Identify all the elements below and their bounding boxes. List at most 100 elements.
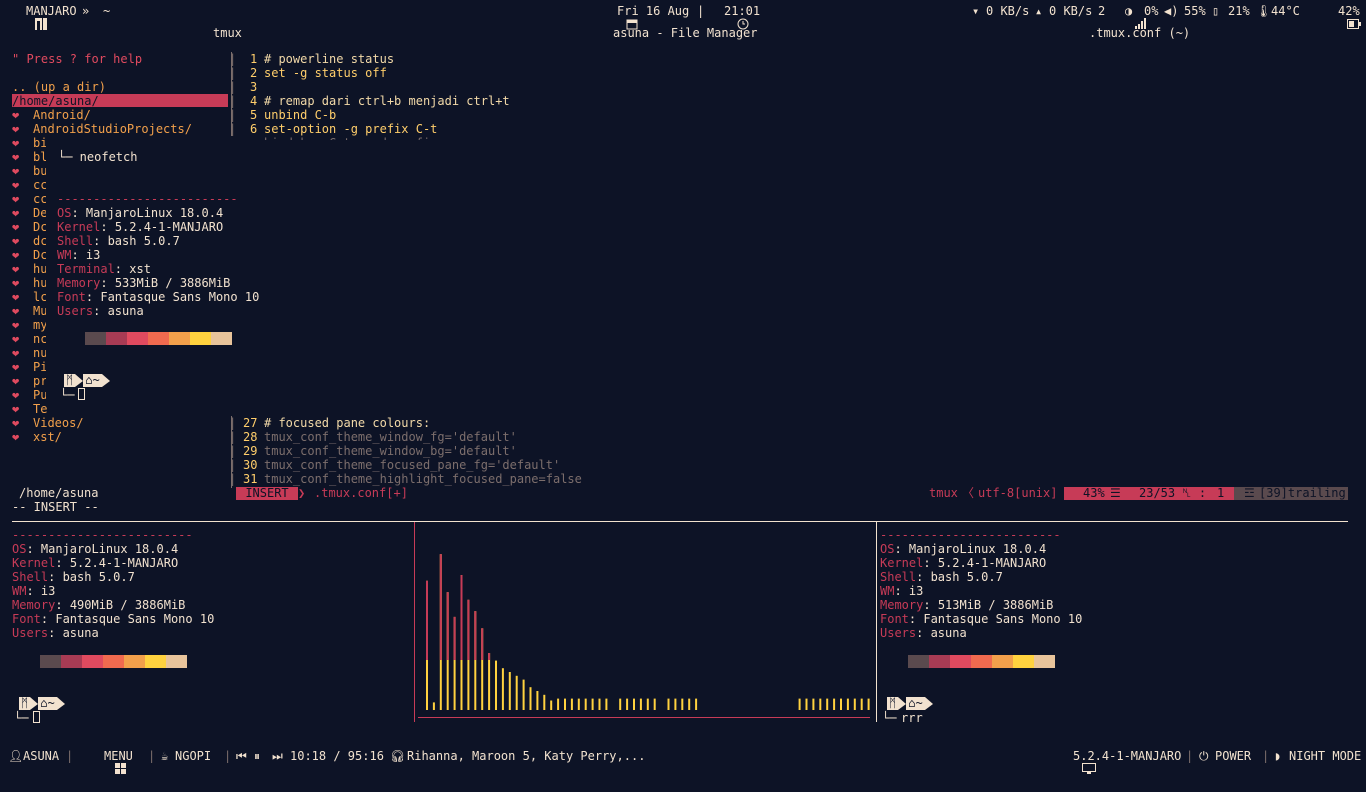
file-entry[interactable]: xst/ (33, 430, 62, 444)
code-line[interactable]: # remap dari ctrl+b menjadi ctrl+t (264, 94, 510, 108)
window-title-tmux-conf[interactable]: .tmux.conf (~) (1089, 26, 1190, 40)
visualizer-bar-peak (488, 653, 491, 660)
palette-swatch (145, 655, 166, 668)
heart-icon: ❤ (12, 178, 20, 192)
palette-swatch (190, 332, 211, 345)
code-line[interactable]: # focused pane colours: (264, 416, 430, 430)
info-value: 513MiB / 3886MiB (937, 598, 1054, 612)
heart-icon: ❤ (12, 262, 20, 276)
previous-track-icon[interactable]: ⏮ (236, 749, 247, 763)
code-line[interactable]: tmux_conf_theme_highlight_focused_pane=f… (264, 472, 582, 486)
shell-prompt[interactable]: ᛗ ⌂~ (887, 697, 933, 710)
vim-encoding: utf-8[unix] (978, 486, 1058, 500)
power-button[interactable]: POWER (1215, 749, 1251, 763)
lines-icon: ☰ (1110, 486, 1121, 500)
visualizer-bar (495, 660, 497, 710)
info-value: xst (129, 262, 151, 276)
download-rate: 0 KB/s (986, 4, 1030, 18)
palette-swatch (950, 655, 971, 668)
vim-percent: 43% (1083, 486, 1105, 500)
info-value: bash 5.0.7 (107, 234, 180, 248)
track-title[interactable]: Rihanna, Maroon 5, Katy Perry,... (407, 749, 645, 763)
code-line[interactable]: set-option -g prefix C-t (264, 122, 437, 136)
info-key: Terminal (57, 262, 115, 276)
heart-icon: ❤ (12, 346, 20, 360)
separator: | (148, 749, 156, 763)
code-line[interactable]: tmux_conf_theme_focused_pane_fg='default… (264, 458, 560, 472)
manjaro-logo-icon: ᛗ (887, 696, 899, 710)
heart-icon: ❤ (12, 220, 20, 234)
shell-prompt[interactable]: ᛗ ⌂~ (19, 697, 65, 710)
current-dir[interactable]: /home/asuna/ (12, 94, 99, 108)
night-mode-button[interactable]: NIGHT MODE (1289, 749, 1361, 763)
separator: | (697, 4, 705, 18)
power-icon[interactable]: ⏻ (1199, 749, 1209, 763)
date[interactable]: Fri 16 Aug (617, 4, 689, 18)
visualizer-bar-peak (446, 592, 449, 660)
info-value: i3 (85, 248, 101, 262)
time[interactable]: 21:01 (724, 4, 760, 18)
visualizer-bar (805, 698, 808, 710)
mode-indicator: -- INSERT -- (12, 500, 99, 514)
heart-icon: ❤ (12, 430, 20, 444)
info-row: WM: i3 (57, 248, 101, 262)
color-palette-strip (908, 655, 1055, 668)
heart-icon: ❤ (12, 374, 20, 388)
code-line[interactable]: unbind C-b (264, 108, 336, 122)
line-number: 28 (243, 430, 258, 444)
info-row: Kernel: 5.2.4-1-MANJARO (880, 556, 1047, 570)
file-entry[interactable]: Videos/ (33, 416, 84, 430)
info-value: 5.2.4-1-MANJARO (69, 556, 179, 570)
pause-icon[interactable]: ⏸ (254, 749, 260, 763)
info-key: Users (880, 626, 917, 640)
info-value: ManjaroLinux 18.0.4 (40, 542, 179, 556)
home-icon: ⌂~ (83, 373, 102, 387)
info-value: asuna (930, 626, 967, 640)
code-line[interactable]: set -g status off (264, 66, 387, 80)
info-value: i3 (40, 584, 56, 598)
bottom-bar: 👤︎ ASUNA | MENU | ☕︎ NGOPI | ⏮ ⏸ ⏭ 10:18… (0, 744, 1366, 774)
info-row: Memory: 490MiB / 3886MiB (12, 598, 186, 612)
info-key: Shell (12, 570, 49, 584)
info-key: OS (57, 206, 72, 220)
terminal-cursor (78, 388, 85, 400)
code-line[interactable]: # powerline status (264, 52, 394, 66)
heart-icon: ❤ (12, 164, 20, 178)
up-dir-link[interactable]: .. (up a dir) (12, 80, 106, 94)
visualizer-bar (432, 702, 435, 710)
file-entry[interactable]: Android/ (33, 108, 91, 122)
line-number: 6 (250, 122, 258, 136)
distro-label[interactable]: MANJARO (26, 4, 77, 18)
window-title-tmux[interactable]: tmux (213, 26, 242, 40)
info-key: Kernel (880, 556, 924, 570)
window-title-file-manager[interactable]: asuna - File Manager (613, 26, 758, 40)
visualizer-bar (867, 698, 870, 710)
menu-button[interactable]: MENU (104, 749, 133, 763)
file-entry[interactable]: AndroidStudioProjects/ (33, 122, 192, 136)
shell-prompt[interactable]: ᛗ ⌂~ (64, 374, 110, 387)
vim-column: 1 (1217, 486, 1225, 500)
code-line[interactable]: tmux_conf_theme_window_fg='default' (264, 430, 517, 444)
heart-icon: ❤ (12, 318, 20, 332)
visualizer-bar-peak (467, 599, 470, 660)
moon-icon[interactable]: ◗ (1274, 749, 1281, 763)
visualizer-bar (674, 698, 677, 710)
next-track-icon[interactable]: ⏭ (272, 749, 283, 763)
info-row: Users: asuna (880, 626, 967, 640)
visualizer-bar (681, 698, 684, 710)
heart-icon: ❤ (12, 136, 20, 150)
vim-filename[interactable]: .tmux.conf[+] (314, 487, 408, 500)
user-label[interactable]: ASUNA (23, 749, 59, 763)
separator: | (1186, 749, 1194, 763)
volume-level[interactable]: 55% (1184, 4, 1206, 18)
top-bar: MANJARO » ~ Fri 16 Aug | 21:01 ▾ 0 KB/s … (0, 0, 1366, 30)
code-line[interactable]: tmux_conf_theme_window_bg='default' (264, 444, 517, 458)
volume-icon[interactable]: ◀) (1164, 4, 1178, 18)
palette-swatch (166, 655, 187, 668)
palette-swatch (82, 655, 103, 668)
visualizer-bar (860, 698, 863, 710)
terminal-cursor (33, 711, 40, 723)
app-label[interactable]: NGOPI (175, 749, 211, 763)
chevrons: » (82, 4, 90, 18)
info-key: Shell (57, 234, 94, 248)
